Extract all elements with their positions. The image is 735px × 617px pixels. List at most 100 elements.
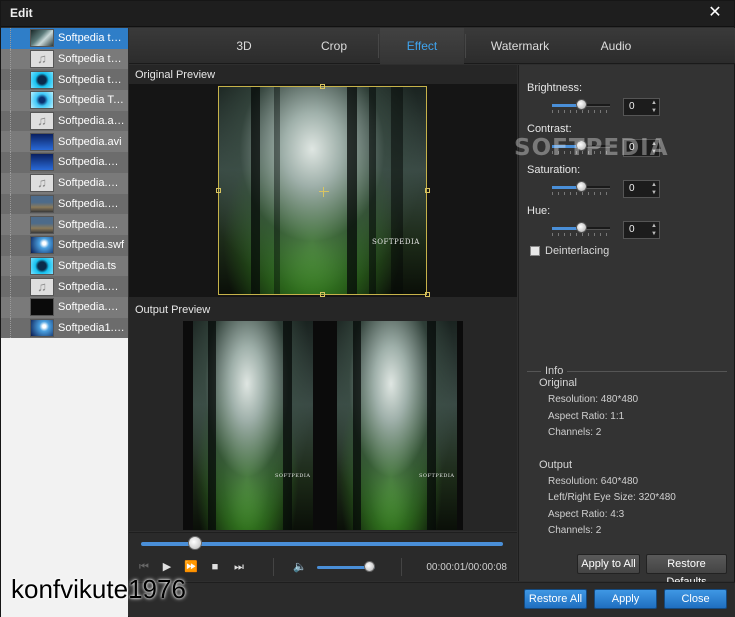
file-list-item[interactable]: Softpedia.aac: [1, 110, 128, 132]
file-list-item[interactable]: Softpedia.mpg: [1, 193, 128, 215]
file-list-item[interactable]: Softpedia.mkv: [1, 152, 128, 173]
file-list-item[interactable]: Softpedia Test....: [1, 90, 128, 111]
play-icon[interactable]: ▶: [160, 560, 174, 574]
crop-handle[interactable]: [320, 84, 325, 89]
hue-slider[interactable]: [552, 222, 610, 236]
brightness-slider[interactable]: [552, 99, 610, 113]
fast-forward-icon[interactable]: ⏩: [184, 560, 198, 574]
saturation-slider-handle[interactable]: [576, 181, 587, 192]
tree-line: [10, 214, 30, 235]
file-thumbnail: [30, 29, 54, 48]
seek-handle[interactable]: [188, 536, 203, 550]
window-title: Edit: [10, 6, 33, 20]
crop-handle[interactable]: [425, 188, 430, 193]
spin-arrows-icon[interactable]: ▲ ▼: [650, 181, 658, 197]
close-button[interactable]: Close: [664, 589, 727, 609]
timecode: 00:00:01/00:00:08: [426, 562, 507, 573]
file-name: Softpedia.mkv: [58, 156, 128, 169]
apply-to-all-button[interactable]: Apply to All: [577, 554, 640, 574]
file-thumbnail: [30, 236, 54, 255]
skip-back-icon[interactable]: ⏮: [137, 560, 151, 574]
file-list-item[interactable]: Softpedia.MTS: [1, 214, 128, 235]
saturation-value: 0: [629, 183, 635, 194]
file-list: Softpedia test ... Softpedia test.... Soft…: [1, 28, 128, 617]
original-preview-label: Original Preview: [135, 69, 216, 81]
contrast-label: Contrast:: [527, 123, 572, 135]
original-aspect-ratio: Aspect Ratio: 1:1: [548, 411, 625, 422]
stop-icon[interactable]: ■: [208, 560, 222, 574]
close-icon[interactable]: ✕: [706, 4, 724, 22]
tab-divider: [378, 34, 379, 58]
tab-audio[interactable]: Audio: [579, 28, 653, 64]
volume-handle[interactable]: [364, 561, 376, 572]
hue-slider-handle[interactable]: [576, 222, 587, 233]
original-preview-image[interactable]: SOFTPEDIA: [218, 86, 427, 295]
volume-icon[interactable]: 🔈: [293, 560, 307, 574]
file-thumbnail: [30, 50, 54, 69]
control-divider: [401, 558, 402, 576]
seek-bar[interactable]: [129, 532, 517, 554]
tree-line: [10, 152, 30, 173]
output-resolution: Resolution: 640*480: [548, 476, 639, 487]
apply-button[interactable]: Apply: [594, 589, 657, 609]
crop-handle[interactable]: [425, 292, 430, 297]
file-list-item[interactable]: Softpedia.mp3: [1, 172, 128, 194]
image-watermark: SOFTPEDIA: [275, 473, 311, 479]
spin-arrows-icon[interactable]: ▲ ▼: [650, 99, 658, 115]
crop-handle[interactable]: [320, 292, 325, 297]
hue-label: Hue:: [527, 205, 551, 217]
spin-arrows-icon[interactable]: ▲ ▼: [650, 222, 658, 238]
output-preview-label: Output Preview: [135, 304, 211, 316]
file-list-item[interactable]: Softpedia test ...: [1, 28, 128, 49]
file-list-item[interactable]: Softpedia.ts: [1, 255, 128, 277]
brightness-spinbox[interactable]: 0 ▲ ▼: [623, 98, 660, 116]
tab-effect[interactable]: Effect: [380, 28, 464, 64]
file-name: Softpedia.swf: [58, 239, 125, 252]
file-name: Softpedia.MTS: [58, 218, 128, 231]
effect-panel: Brightness: 0 ▲ ▼ Contrast: 0 ▲ ▼ Saturation: 0 ▲ ▼…: [514, 65, 734, 588]
brightness-slider-handle[interactable]: [576, 99, 587, 110]
file-list-item[interactable]: Softpedia test....: [1, 48, 128, 70]
file-name: Softpedia Test....: [58, 94, 128, 107]
restore-defaults-button[interactable]: Restore Defaults: [646, 554, 727, 588]
tree-line: [10, 193, 30, 215]
tab-crop[interactable]: Crop: [297, 28, 371, 64]
crop-handle[interactable]: [216, 188, 221, 193]
file-name: Softpedia.mp3: [58, 177, 128, 190]
file-list-item[interactable]: Softpedia.wav: [1, 276, 128, 297]
file-list-item[interactable]: Softpedia.swf: [1, 234, 128, 256]
tab-watermark[interactable]: Watermark: [481, 28, 559, 64]
preview-area: Original Preview SOFTPEDIA Output Previe…: [129, 65, 517, 531]
deinterlacing-checkbox[interactable]: [530, 246, 540, 256]
saturation-spinbox[interactable]: 0 ▲ ▼: [623, 180, 660, 198]
skip-forward-icon[interactable]: ⏭: [232, 560, 246, 574]
playback-controls: ⏮ ▶ ⏩ ■ ⏭ 🔈 00:00:01/00:00:08: [129, 554, 517, 581]
deinterlacing-option[interactable]: Deinterlacing: [530, 245, 609, 257]
file-thumbnail: [30, 112, 54, 131]
file-name: Softpedia test ...: [58, 32, 128, 45]
file-list-item[interactable]: Softpedia.WMV: [1, 296, 128, 318]
tree-line: [10, 48, 30, 70]
tree-line: [10, 90, 30, 111]
original-heading: Original: [539, 377, 577, 389]
restore-all-button[interactable]: Restore All: [524, 589, 587, 609]
hue-spinbox[interactable]: 0 ▲ ▼: [623, 221, 660, 239]
control-divider: [273, 558, 274, 576]
tree-line: [10, 296, 30, 318]
tab-3d[interactable]: 3D: [207, 28, 281, 64]
file-list-item[interactable]: Softpedia.avi: [1, 131, 128, 153]
output-channels: Channels: 2: [548, 525, 602, 536]
tree-line: [10, 131, 30, 153]
edit-window: Edit ✕ Softpedia test ... Softpedia test.…: [0, 0, 735, 617]
file-list-item[interactable]: Softpedia test.ts: [1, 69, 128, 91]
saturation-slider[interactable]: [552, 181, 610, 195]
file-name: Softpedia.avi: [58, 135, 122, 148]
right-eye-image: SOFTPEDIA: [323, 321, 463, 530]
file-name: Softpedia.ts: [58, 259, 117, 272]
brightness-value: 0: [629, 101, 635, 112]
crop-center-icon[interactable]: [319, 187, 329, 197]
output-heading: Output: [539, 459, 573, 471]
tree-line: [10, 69, 30, 91]
deinterlacing-label: Deinterlacing: [545, 245, 610, 257]
file-list-item[interactable]: Softpedia1.avi: [1, 317, 128, 339]
